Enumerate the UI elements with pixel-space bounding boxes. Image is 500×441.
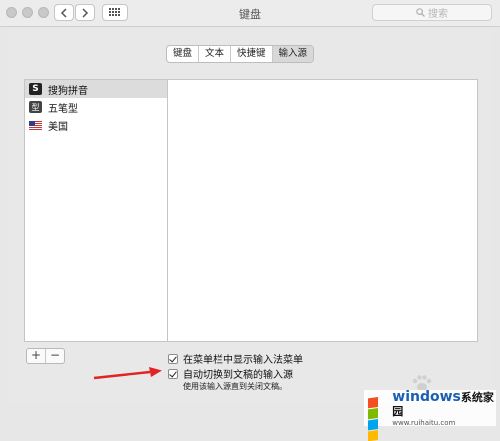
add-source-button[interactable]: + — [27, 349, 46, 363]
tab-text[interactable]: 文本 — [199, 46, 232, 62]
annotation-arrow-icon — [93, 367, 162, 380]
tab-shortcuts[interactable]: 快捷键 — [231, 46, 273, 62]
list-item-us[interactable]: 美国 — [25, 116, 167, 134]
list-item-label: 五笔型 — [48, 103, 78, 115]
list-item-wubi[interactable]: 型 五笔型 — [25, 98, 167, 116]
remove-source-button[interactable]: − — [46, 349, 64, 363]
show-input-menu-label: 在菜单栏中显示输入法菜单 — [183, 355, 303, 366]
search-field[interactable]: 搜索 — [372, 4, 492, 21]
sogou-icon: S — [29, 83, 42, 95]
search-placeholder: 搜索 — [428, 9, 448, 20]
watermark-brand: windows — [392, 388, 461, 405]
auto-switch-option[interactable]: 自动切换到文稿的输入源 — [168, 366, 293, 381]
watermark: windows系统家园 www.ruihaitu.com — [364, 388, 496, 441]
input-source-preview — [168, 79, 478, 342]
list-item-label: 美国 — [48, 121, 68, 133]
auto-switch-checkbox[interactable] — [168, 368, 178, 379]
title-bar: 键盘 搜索 — [0, 0, 500, 27]
auto-switch-label: 自动切换到文稿的输入源 — [183, 370, 293, 381]
list-item-sogou[interactable]: S 搜狗拼音 — [25, 80, 167, 98]
wubi-icon: 型 — [29, 101, 42, 113]
watermark-url: www.ruihaitu.com — [392, 418, 456, 427]
us-flag-icon — [29, 120, 42, 130]
input-source-list: S 搜狗拼音 型 五笔型 美国 — [24, 79, 168, 342]
show-input-menu-checkbox[interactable] — [168, 353, 178, 364]
list-item-label: 搜狗拼音 — [48, 85, 88, 97]
auto-switch-hint: 使用该输入源直到关闭文稿。 — [183, 382, 287, 391]
add-remove-control: + − — [26, 348, 65, 364]
tab-bar: 键盘 文本 快捷键 输入源 — [166, 45, 315, 63]
search-icon — [416, 8, 425, 17]
tab-input-sources[interactable]: 输入源 — [272, 46, 314, 62]
show-input-menu-option[interactable]: 在菜单栏中显示输入法菜单 — [168, 351, 303, 366]
windows-logo-icon — [368, 396, 388, 441]
tab-keyboard[interactable]: 键盘 — [167, 46, 200, 62]
